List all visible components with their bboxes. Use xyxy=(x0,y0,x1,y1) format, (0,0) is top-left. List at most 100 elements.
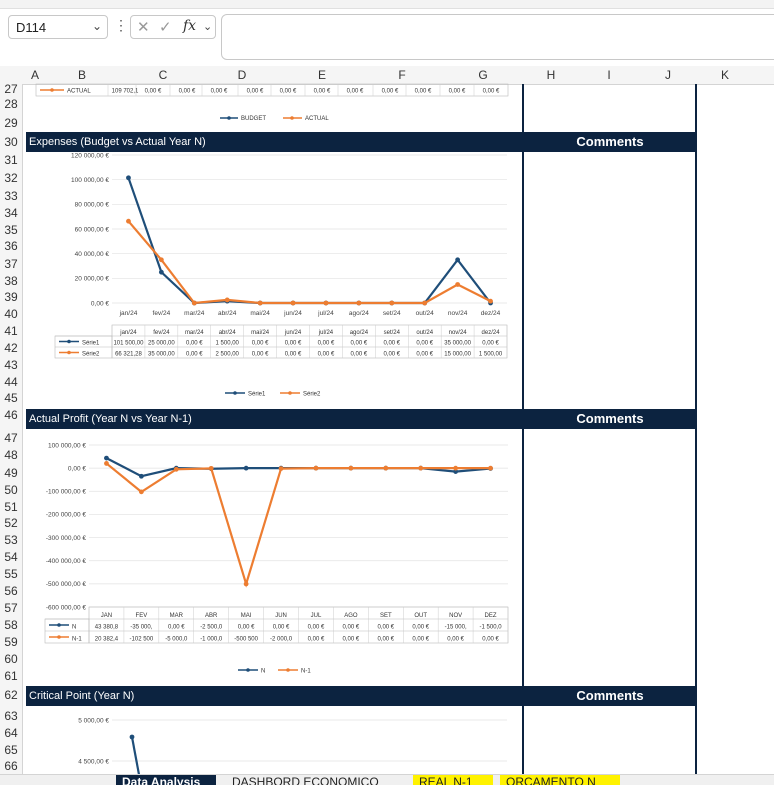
table-header-cell: ago/24 xyxy=(350,330,369,336)
legend-label: N xyxy=(261,668,265,674)
table-cell: 1 500,00 xyxy=(216,341,240,347)
table-cell: 0,00 € xyxy=(483,89,500,95)
legend-label: BUDGET xyxy=(241,116,266,122)
legend-marker xyxy=(50,88,54,92)
table-cell: 109 702,1 xyxy=(112,89,139,95)
data-point xyxy=(158,269,164,275)
data-point xyxy=(224,297,230,303)
sheet-tabs: Data Analysis DASHBORD ECONOMICO REAL N-… xyxy=(0,774,774,785)
sheet-area[interactable]: Expenses (Budget vs Actual Year N) Comme… xyxy=(0,0,774,774)
data-point xyxy=(173,466,179,472)
y-tick-label: 80 000,00 € xyxy=(75,202,110,209)
y-tick-label: 100 000,00 € xyxy=(48,442,86,449)
x-tick-label: jan/24 xyxy=(119,310,138,317)
x-tick-label: set/24 xyxy=(383,310,401,317)
table-header-cell: nov/24 xyxy=(449,330,468,336)
table-cell: 2 500,00 xyxy=(216,352,240,358)
y-tick-label: 40 000,00 € xyxy=(75,251,110,258)
table-cell: 66 321,28 xyxy=(115,352,142,358)
table-cell: 0,00 € xyxy=(252,352,269,358)
table-cell: 0,00 € xyxy=(308,625,325,631)
legend-marker xyxy=(288,391,292,395)
table-cell: 101 500,00 xyxy=(113,341,144,347)
table-cell: 0,00 € xyxy=(252,341,269,347)
data-point xyxy=(278,466,284,472)
x-tick-label: mar/24 xyxy=(184,310,205,317)
table-cell: -5 000,0 xyxy=(165,637,188,643)
table-cell: -35 000, xyxy=(130,625,152,631)
table-cell: -102 500 xyxy=(130,637,154,643)
table-cell: 0,00 € xyxy=(211,89,228,95)
data-point xyxy=(208,465,214,471)
y-tick-label: -500 000,00 € xyxy=(46,581,87,588)
table-cell: 0,00 € xyxy=(377,637,394,643)
table-cell: 0,00 € xyxy=(449,89,466,95)
table-cell: -2 500,0 xyxy=(200,625,223,631)
y-tick-label: 120 000,00 € xyxy=(71,152,109,159)
table-grid xyxy=(35,83,509,97)
table-cell: 25 000,00 xyxy=(148,341,175,347)
table-header-cell: MAR xyxy=(170,613,184,619)
legend-marker xyxy=(67,350,71,355)
data-point xyxy=(383,465,389,471)
table-cell: 0,00 € xyxy=(318,352,335,358)
table-header-cell: set/24 xyxy=(384,330,401,336)
data-point xyxy=(488,465,493,471)
table-cell: -1 500,0 xyxy=(480,625,503,631)
table-header-cell: fev/24 xyxy=(153,330,170,336)
x-tick-label: jul/24 xyxy=(317,310,334,317)
table-cell: 0,00 € xyxy=(343,637,360,643)
table-cell: 0,00 € xyxy=(280,89,297,95)
table-cell: -2 000,0 xyxy=(270,637,293,643)
data-point xyxy=(104,455,109,461)
data-point xyxy=(323,300,329,306)
data-point xyxy=(348,465,354,471)
data-point xyxy=(126,175,131,181)
series-line-série1 xyxy=(127,177,492,305)
x-tick-label: jun/24 xyxy=(283,310,302,317)
table-cell: 0,00 € xyxy=(285,341,302,347)
table-cell: 20 382,4 xyxy=(95,637,119,643)
table-cell: 0,00 € xyxy=(351,341,368,347)
table-cell: 0,00 € xyxy=(382,89,399,95)
table-header-cell: abr/24 xyxy=(219,330,237,336)
legend-label: N-1 xyxy=(301,668,311,674)
y-tick-label: -300 000,00 € xyxy=(46,535,87,542)
legend-marker xyxy=(286,668,290,672)
table-cell: 0,00 € xyxy=(247,89,264,95)
data-point xyxy=(488,298,493,304)
y-tick-label: 0,00 € xyxy=(68,465,86,472)
x-tick-label: abr/24 xyxy=(218,310,237,317)
row-label: ACTUAL xyxy=(67,89,91,95)
table-header-cell: dez/24 xyxy=(482,330,501,336)
table-cell: 0,00 € xyxy=(238,625,255,631)
table-header-cell: mar/24 xyxy=(185,330,204,336)
table-cell: 0,00 € xyxy=(318,341,335,347)
table-cell: 0,00 € xyxy=(412,625,429,631)
table-header-cell: jul/24 xyxy=(318,330,334,336)
table-cell: 0,00 € xyxy=(383,352,400,358)
table-header-cell: AGO xyxy=(344,613,358,619)
y-tick-label: -200 000,00 € xyxy=(46,512,87,519)
x-tick-label: nov/24 xyxy=(448,310,468,317)
table-header-cell: FEV xyxy=(136,613,148,619)
data-point xyxy=(191,300,197,306)
data-point xyxy=(455,257,461,263)
table-header-cell: JAN xyxy=(101,613,112,619)
table-cell: 0,00 € xyxy=(179,89,196,95)
table-cell: 0,00 € xyxy=(412,637,429,643)
table-header-cell: jan/24 xyxy=(119,330,137,336)
series-line-critical xyxy=(130,736,141,774)
table-cell: 0,00 € xyxy=(314,89,331,95)
table-cell: 0,00 € xyxy=(285,352,302,358)
table-header-cell: JUL xyxy=(311,613,322,619)
table-cell: 1 500,00 xyxy=(479,352,503,358)
legend-label: Série2 xyxy=(303,391,321,397)
table-header-cell: OUT xyxy=(414,613,427,619)
data-point xyxy=(129,734,135,740)
legend-marker xyxy=(290,116,294,120)
data-point xyxy=(356,300,362,306)
data-point xyxy=(453,465,459,471)
table-cell: 0,00 € xyxy=(343,625,360,631)
y-tick-label: 0,00 € xyxy=(91,300,109,307)
